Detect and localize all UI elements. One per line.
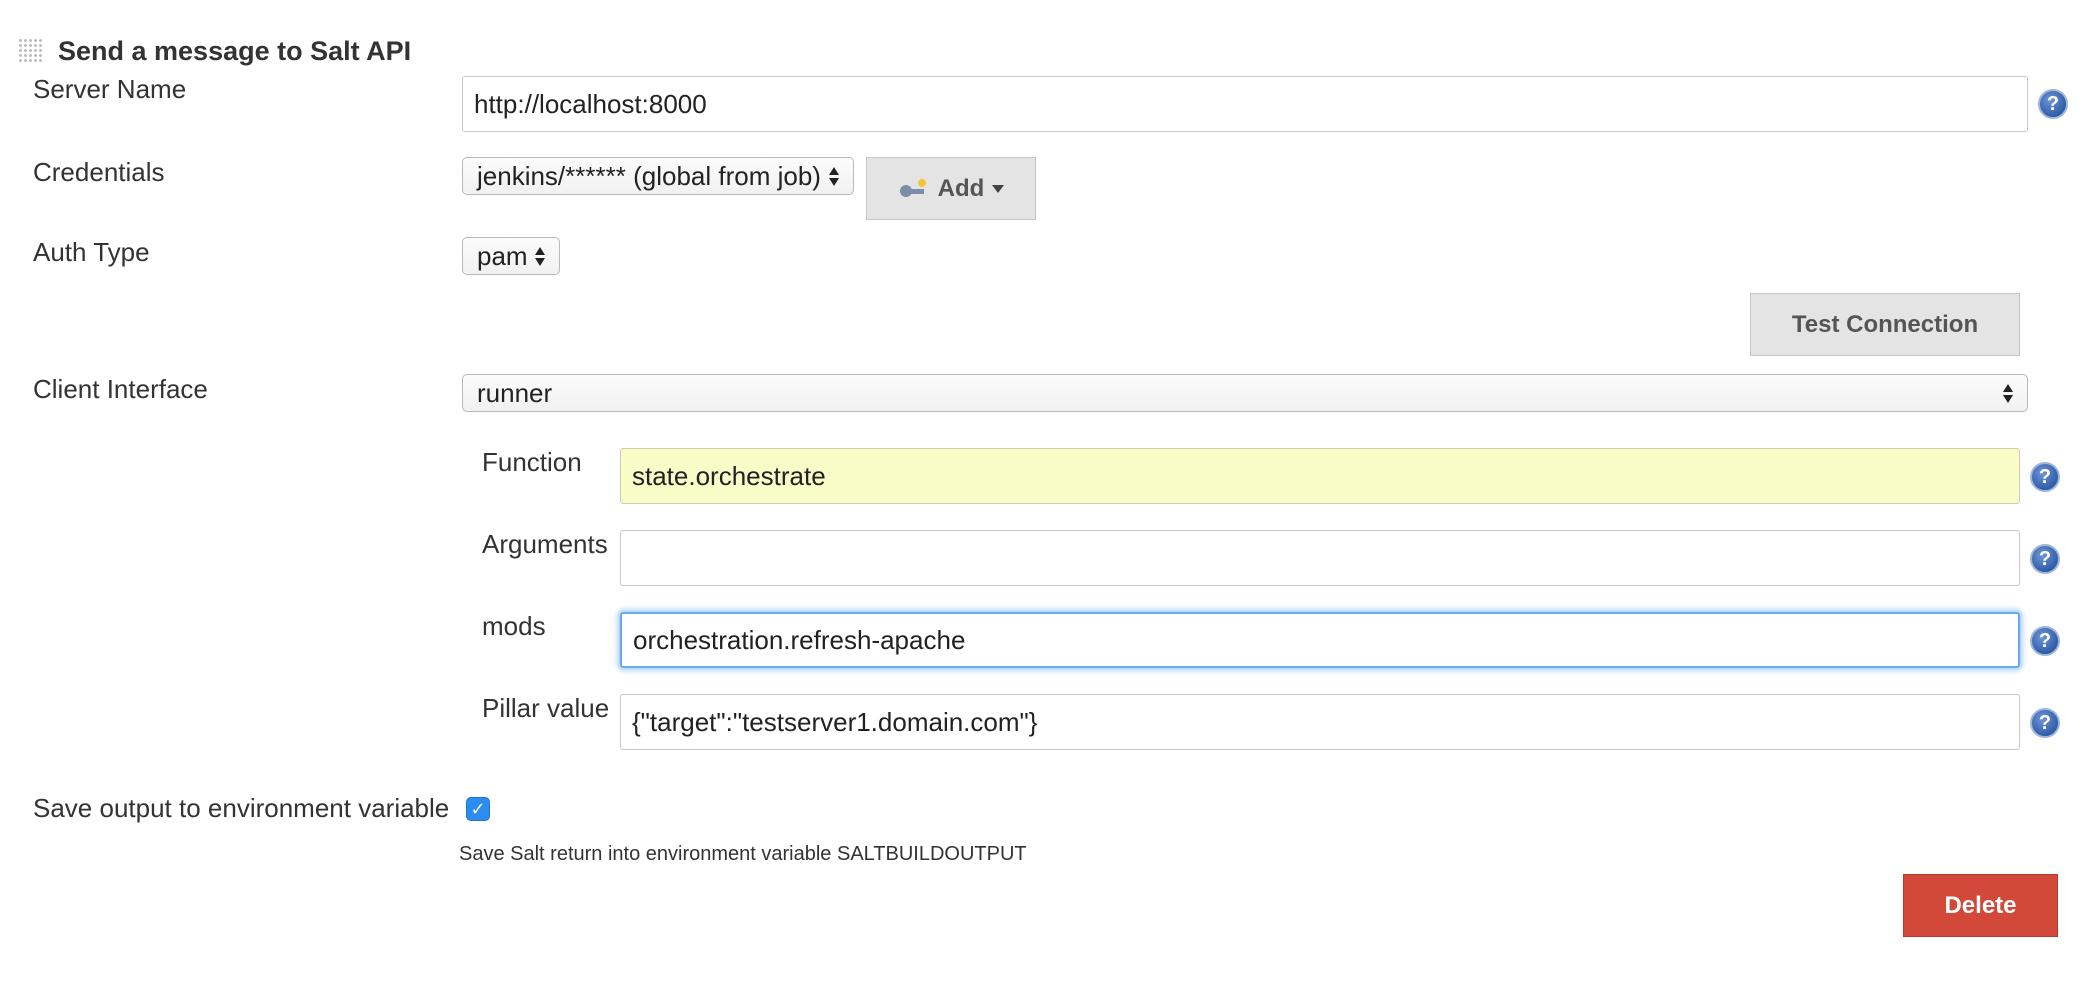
save-output-checkbox[interactable]: ✓ bbox=[466, 797, 490, 821]
question-circle-icon[interactable]: ? bbox=[2038, 89, 2068, 119]
server-name-input[interactable] bbox=[462, 76, 2028, 132]
select-arrows-icon bbox=[2003, 383, 2013, 403]
credentials-label: Credentials bbox=[33, 157, 165, 187]
auth-type-select[interactable]: pam bbox=[462, 237, 560, 275]
add-credentials-button[interactable]: Add bbox=[866, 157, 1036, 220]
server-name-label: Server Name bbox=[33, 74, 187, 104]
key-add-icon bbox=[899, 178, 926, 197]
auth-type-selected: pam bbox=[477, 240, 528, 271]
client-interface-selected: runner bbox=[477, 377, 553, 408]
save-output-label: Save output to environment variable bbox=[33, 793, 450, 823]
pillar-value-label: Pillar value bbox=[482, 693, 610, 723]
credentials-selected: jenkins/****** (global from job) bbox=[477, 160, 821, 191]
select-arrows-icon bbox=[829, 166, 839, 186]
test-connection-button[interactable]: Test Connection bbox=[1750, 293, 2020, 356]
question-circle-icon[interactable]: ? bbox=[2030, 708, 2060, 738]
pillar-value-input[interactable] bbox=[620, 694, 2020, 750]
chevron-down-icon bbox=[992, 184, 1005, 193]
checkmark-icon: ✓ bbox=[470, 799, 486, 819]
function-label: Function bbox=[482, 447, 582, 477]
arguments-label: Arguments bbox=[482, 529, 608, 559]
save-output-description: Save Salt return into environment variab… bbox=[459, 843, 1027, 865]
delete-button[interactable]: Delete bbox=[1903, 874, 2058, 937]
question-circle-icon[interactable]: ? bbox=[2030, 462, 2060, 492]
mods-label: mods bbox=[482, 611, 546, 641]
question-circle-icon[interactable]: ? bbox=[2030, 544, 2060, 574]
arguments-input[interactable] bbox=[620, 530, 2020, 586]
function-input[interactable] bbox=[620, 448, 2020, 504]
drag-handle-icon[interactable] bbox=[18, 38, 44, 64]
client-interface-select[interactable]: runner bbox=[462, 374, 2028, 412]
auth-type-label: Auth Type bbox=[33, 237, 150, 267]
credentials-select[interactable]: jenkins/****** (global from job) bbox=[462, 157, 854, 195]
mods-input[interactable] bbox=[620, 612, 2020, 668]
add-button-label: Add bbox=[937, 174, 985, 202]
client-interface-label: Client Interface bbox=[33, 374, 208, 404]
select-arrows-icon bbox=[535, 246, 545, 266]
question-circle-icon[interactable]: ? bbox=[2030, 626, 2060, 656]
section-title: Send a message to Salt API bbox=[58, 36, 412, 66]
